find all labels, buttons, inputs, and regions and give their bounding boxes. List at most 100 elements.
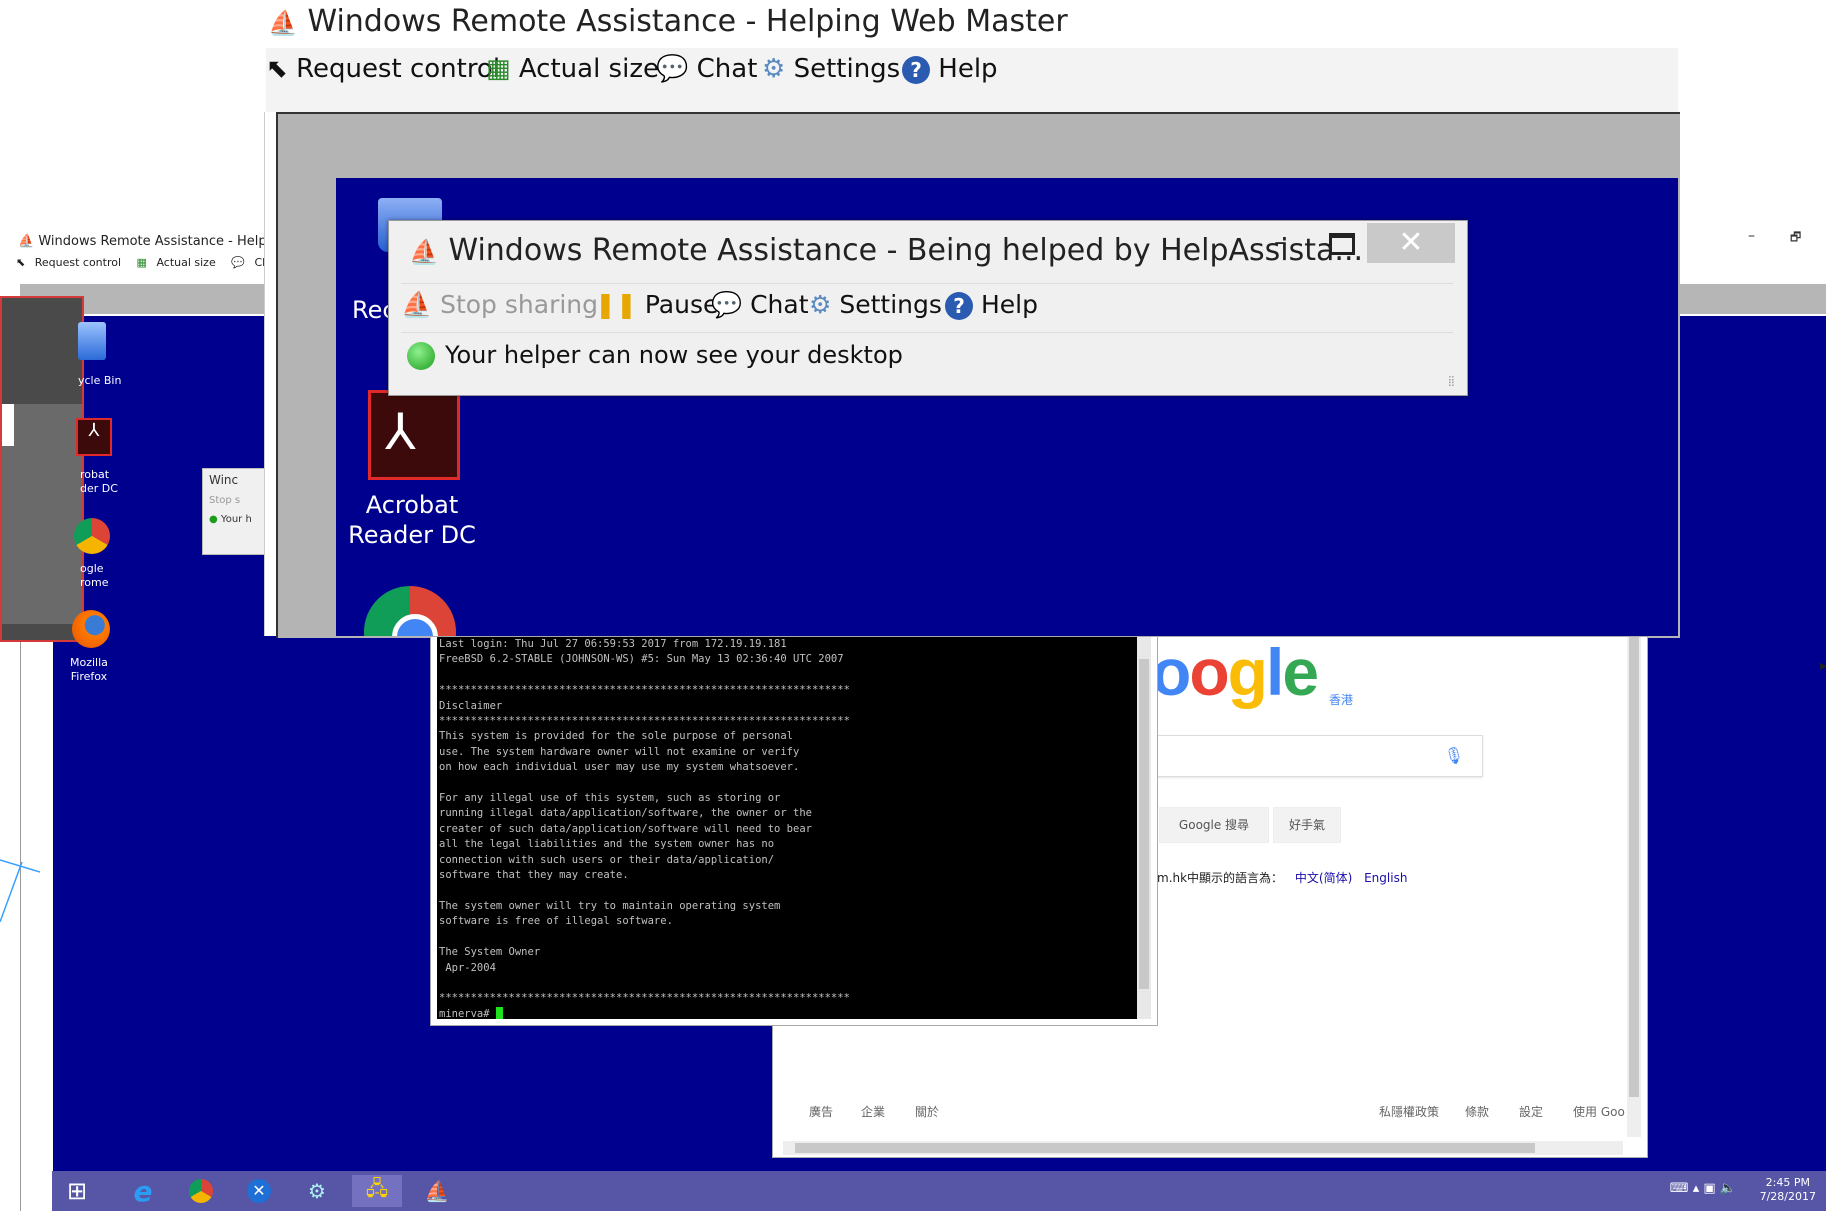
mini-ra-stop[interactable]: Stop s [203, 491, 265, 510]
chat-icon: 💬 [656, 54, 689, 84]
pause-button[interactable]: ❚❚ Pause [595, 290, 718, 319]
footer-link-ads[interactable]: 廣告 [809, 1103, 833, 1120]
terminal-line: software that they may create. [439, 869, 629, 882]
google-logo: oogle [1151, 635, 1319, 709]
chrome-icon [189, 1179, 213, 1203]
microphone-icon[interactable]: 🎙 [1444, 746, 1464, 765]
chat-button[interactable]: 💬 Chat [656, 54, 757, 84]
clock[interactable]: 2:45 PM 7/28/2017 [1760, 1176, 1816, 1204]
ra-popup-title-text: Windows Remote Assistance - Being helped… [448, 233, 1364, 268]
putty-taskbar-button[interactable]: 🖧 [352, 1175, 402, 1207]
terminal-line: use. The system hardware owner will not … [439, 745, 800, 758]
request-control-button[interactable]: ⬉ Request control [266, 54, 500, 84]
remote-assistance-taskbar-button[interactable]: ⛵ [412, 1175, 462, 1207]
outer-actual-size-label: Actual size [156, 256, 216, 269]
footer-link-terms[interactable]: 條款 [1465, 1103, 1489, 1120]
outer-window-title: ⛵ Windows Remote Assistance - Help [18, 234, 267, 249]
outer-restore-button[interactable]: 🗗 [1790, 228, 1801, 249]
resize-grip-icon[interactable]: ⣿ [1448, 376, 1455, 387]
remote-assistance-helped-window: ⛵ Windows Remote Assistance - Being help… [388, 220, 1468, 396]
ie-taskbar-button[interactable]: e [118, 1175, 168, 1208]
gear-icon: ⚙ [809, 290, 832, 319]
network-icon[interactable]: ▣ [1703, 1181, 1715, 1196]
terminal-line: ****************************************… [439, 715, 850, 728]
remote-assistance-icon: ⛵ [409, 238, 439, 266]
terminal-line: Disclaimer [439, 699, 503, 712]
tray-expand-icon[interactable]: ▴ [1693, 1181, 1700, 1196]
feeling-lucky-button[interactable]: 好手氣 [1273, 807, 1341, 843]
terminal-line: FreeBSD 6.2-STABLE (JOHNSON-WS) #5: Sun … [439, 653, 844, 666]
terminal-line: Last login: Thu Jul 27 06:59:53 2017 fro… [439, 638, 787, 650]
ra-chat-button[interactable]: 💬 Chat [711, 290, 809, 320]
help-button[interactable]: ? Help [902, 54, 998, 84]
terminal-line: on how each individual user may use my s… [439, 761, 800, 774]
main-window-title-text: Windows Remote Assistance - Helping Web … [307, 4, 1068, 39]
taskbar: ⊞ e ✕ ⚙ 🖧 ⛵ ⌨ ▴ ▣ 🔈 2:45 PM 7/28/2017 [52, 1171, 1826, 1211]
terminal-prompt: minerva# [439, 1007, 496, 1019]
mini-ra-title: Winc [209, 473, 239, 487]
google-search-button[interactable]: Google 搜尋 [1159, 807, 1269, 843]
help-icon: ? [945, 292, 973, 320]
outer-actual-size-button[interactable]: ▦ Actual size [137, 256, 222, 269]
outer-minimize-button[interactable]: – [1748, 228, 1755, 244]
browser-vertical-scrollbar[interactable] [1627, 637, 1641, 1137]
start-button[interactable]: ⊞ [52, 1175, 102, 1207]
terminal-window: Last login: Thu Jul 27 06:59:53 2017 fro… [430, 636, 1158, 1026]
ra-popup-close-button[interactable]: ✕ [1367, 223, 1455, 263]
main-toolbar: ⬉ Request control ▦ Actual size 💬 Chat ⚙… [266, 48, 1678, 112]
terminal-line: Apr-2004 [439, 961, 496, 974]
outer-firefox-icon[interactable] [72, 610, 110, 648]
terminal-output: Last login: Thu Jul 27 06:59:53 2017 fro… [439, 637, 1137, 1007]
xshell-taskbar-button[interactable]: ✕ [234, 1175, 284, 1207]
cursor-icon: ⬉ [266, 54, 288, 84]
actual-size-icon: ▦ [486, 54, 511, 84]
footer-link-use-google[interactable]: 使用 Goo [1573, 1103, 1625, 1120]
terminal-line: The system owner will try to maintain op… [439, 899, 781, 912]
language-link-chinese[interactable]: 中文(简体) [1295, 871, 1352, 885]
volume-icon[interactable]: 🔈 [1720, 1181, 1736, 1196]
footer-link-business[interactable]: 企業 [861, 1103, 885, 1120]
language-link-english[interactable]: English [1364, 871, 1407, 885]
green-status-icon [407, 342, 435, 370]
pointer-line [0, 859, 40, 922]
stop-sharing-button[interactable]: ⛵ Stop sharing [401, 290, 598, 320]
google-region: 香港 [1329, 693, 1354, 707]
keyboard-icon[interactable]: ⌨ [1670, 1181, 1689, 1196]
ra-settings-label: Settings [839, 290, 942, 319]
outer-chrome-label: ogle rome [80, 562, 109, 589]
footer-link-privacy[interactable]: 私隱權政策 [1379, 1103, 1439, 1120]
ra-status: Your helper can now see your desktop [407, 341, 903, 370]
outer-acrobat-icon[interactable]: ⅄ [76, 418, 112, 456]
ra-help-button[interactable]: ? Help [945, 290, 1038, 320]
terminal-line: creater of such data/application/softwar… [439, 822, 812, 835]
settings-label: Settings [793, 54, 901, 84]
language-line: m.hk中顯示的語言為： 中文(简体) English [1157, 869, 1407, 886]
google-search-input[interactable]: 🎙 [1153, 735, 1483, 777]
footer-link-about[interactable]: 關於 [915, 1103, 939, 1120]
ra-status-text: Your helper can now see your desktop [445, 341, 903, 369]
browser-horizontal-scrollbar[interactable] [783, 1141, 1623, 1155]
outer-chrome-icon[interactable] [74, 518, 110, 554]
network-taskbar-button[interactable]: ⚙ [292, 1175, 342, 1207]
language-prefix: m.hk中顯示的語言為： [1157, 871, 1284, 885]
outer-firefox-label: Mozilla Firefox [70, 656, 108, 683]
ra-popup-minimize-button[interactable]: – [1274, 227, 1287, 257]
terminal-scrollbar[interactable] [1137, 637, 1151, 1019]
outer-recycle-bin-icon[interactable] [78, 322, 106, 360]
ra-popup-maximize-button[interactable] [1329, 233, 1355, 255]
chrome-desktop-icon[interactable] [364, 586, 456, 636]
outer-request-control-button[interactable]: ⬉ Request control [16, 256, 127, 269]
footer-link-settings[interactable]: 設定 [1519, 1103, 1543, 1120]
chrome-taskbar-button[interactable] [176, 1175, 226, 1207]
green-status-icon: ● [209, 514, 218, 525]
ra-settings-button[interactable]: ⚙ Settings [809, 290, 942, 319]
settings-button[interactable]: ⚙ Settings [762, 54, 900, 84]
terminal-screen[interactable]: Last login: Thu Jul 27 06:59:53 2017 fro… [437, 637, 1137, 1019]
terminal-line: This system is provided for the sole pur… [439, 730, 794, 743]
actual-size-button[interactable]: ▦ Actual size [486, 54, 659, 84]
acrobat-reader-icon[interactable]: ⅄ [368, 390, 460, 480]
